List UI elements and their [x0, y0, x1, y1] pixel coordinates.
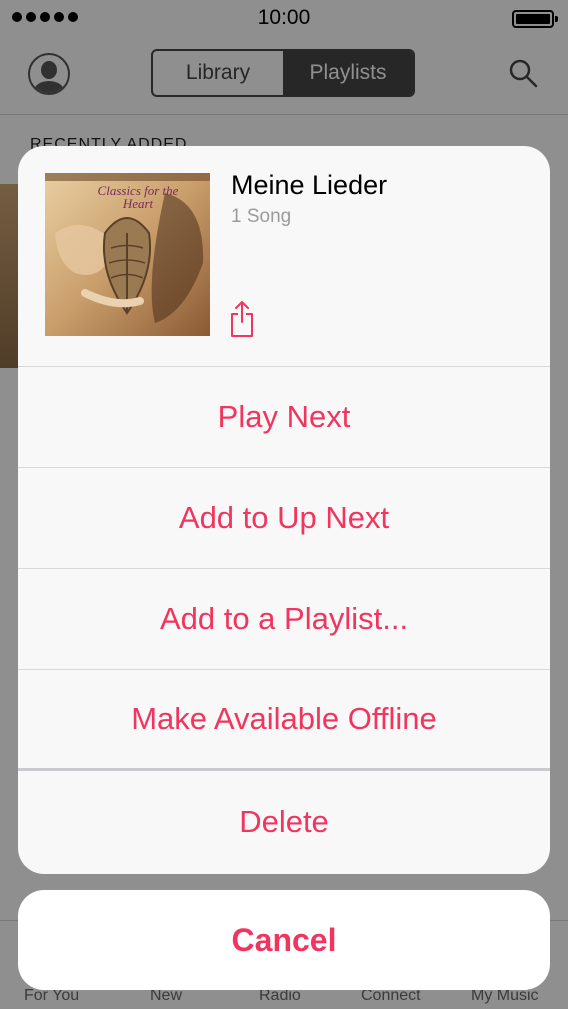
action-sheet: Classics for the Heart Meine Lieder 1 So… [18, 146, 550, 874]
delete-button[interactable]: Delete [18, 771, 550, 872]
song-count: 1 Song [231, 206, 292, 227]
album-artwork: Classics for the Heart [45, 173, 210, 336]
album-artwork-title: Classics for the Heart [97, 183, 179, 211]
make-available-offline-button[interactable]: Make Available Offline [18, 670, 550, 771]
add-to-up-next-button[interactable]: Add to Up Next [18, 468, 550, 569]
playlist-title: Meine Lieder [231, 170, 388, 200]
cancel-button[interactable]: Cancel [18, 890, 550, 990]
add-to-playlist-button[interactable]: Add to a Playlist... [18, 569, 550, 670]
play-next-button[interactable]: Play Next [18, 367, 550, 468]
sheet-header: Classics for the Heart Meine Lieder 1 So… [18, 146, 550, 367]
share-icon[interactable] [229, 298, 255, 338]
